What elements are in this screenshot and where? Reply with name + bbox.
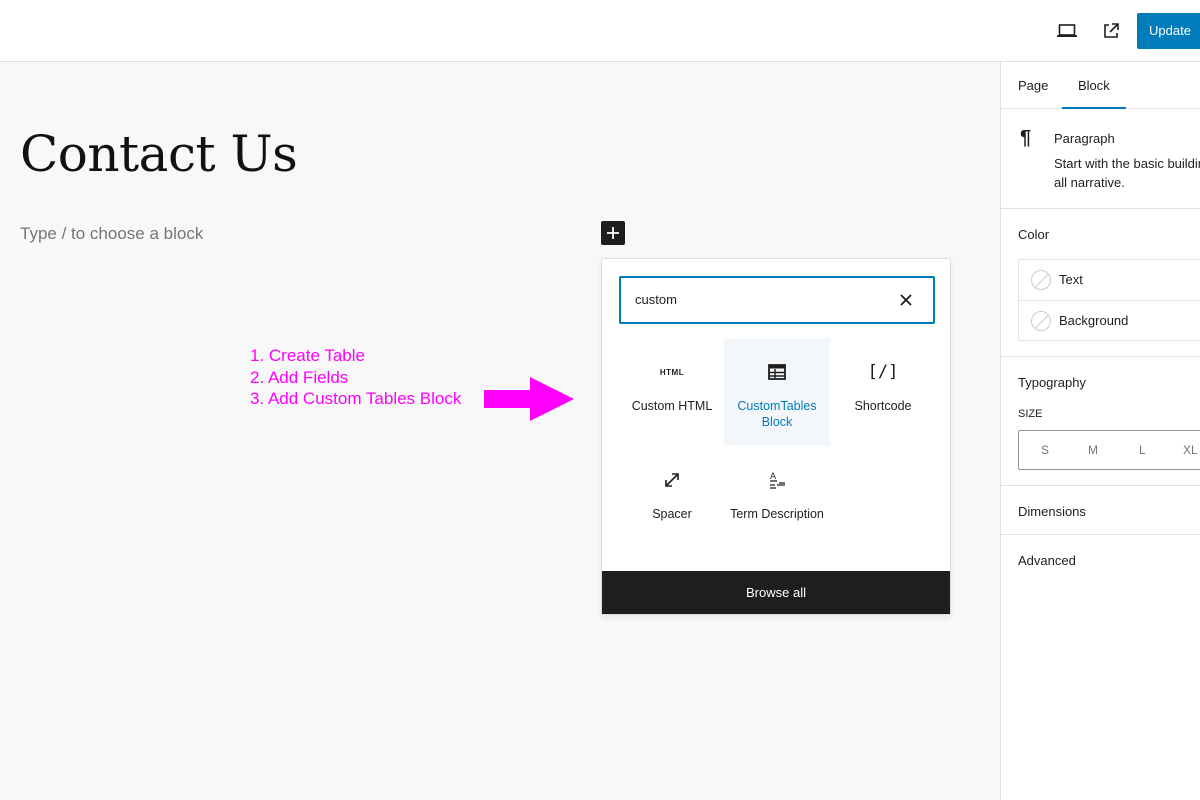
font-size-picker: S M L XL [1018, 430, 1200, 470]
sidebar-tabs: Page Block [1001, 62, 1200, 109]
add-block-button[interactable] [601, 221, 625, 245]
table-icon [768, 360, 786, 384]
laptop-icon[interactable] [1055, 19, 1079, 43]
annotation-step: 2. Add Fields [250, 367, 349, 387]
block-placeholder[interactable]: Type / to choose a block [20, 224, 203, 244]
color-settings: Text Background [1018, 259, 1200, 341]
block-item-label: CustomTables Block [737, 399, 817, 429]
block-item-label: Term Description [730, 507, 824, 521]
color-swatch-icon [1031, 270, 1051, 290]
block-item-customtables-block[interactable]: CustomTables Block [724, 338, 830, 446]
term-description-icon: A [767, 468, 787, 492]
block-card-description: Start with the basic building all narrat… [1054, 156, 1200, 190]
block-item-shortcode[interactable]: [/] Shortcode [830, 338, 936, 446]
block-item-custom-html[interactable]: HTML Custom HTML [619, 338, 725, 446]
block-inserter-popover: custom HTML Custom HTML CustomTables Blo… [601, 258, 951, 615]
divider [1001, 356, 1200, 357]
color-swatch-icon [1031, 311, 1051, 331]
divider [1001, 534, 1200, 535]
settings-sidebar: Page Block ¶ Paragraph Start with the ba… [1000, 62, 1200, 800]
block-item-term-description[interactable]: A Term Description [724, 446, 830, 554]
font-size-option[interactable]: XL [1183, 431, 1198, 469]
annotation-step: 1. Create Table [250, 346, 365, 365]
block-item-label: Custom HTML [631, 399, 713, 413]
font-size-option[interactable]: L [1139, 431, 1146, 469]
shortcode-icon: [/] [867, 362, 899, 382]
block-item-spacer[interactable]: Spacer [619, 446, 725, 554]
annotation-step: 3. Add Custom Tables Block [250, 389, 462, 408]
block-item-label: Shortcode [854, 399, 912, 413]
browse-all-button[interactable]: Browse all [602, 571, 950, 614]
page-title[interactable]: Contact Us [20, 125, 298, 183]
editor-canvas[interactable]: Contact Us Type / to choose a block 1. C… [0, 62, 1000, 800]
panel-advanced-title[interactable]: Advanced [1018, 553, 1076, 568]
html-icon: HTML [659, 367, 685, 377]
block-card: ¶ Paragraph Start with the basic buildin… [1001, 109, 1200, 209]
color-item-background[interactable]: Background [1019, 301, 1200, 341]
divider [1001, 485, 1200, 486]
paragraph-icon: ¶ [1020, 127, 1032, 149]
font-size-option[interactable]: M [1088, 431, 1098, 469]
plus-icon [607, 227, 619, 239]
resize-icon [663, 468, 681, 492]
search-value: custom [635, 292, 677, 307]
tab-page[interactable]: Page [1018, 62, 1048, 109]
block-item-label: Spacer [652, 507, 692, 521]
size-label: SIZE [1018, 408, 1043, 420]
svg-text:A: A [770, 471, 776, 481]
external-link-icon[interactable] [1099, 19, 1123, 43]
panel-dimensions-title[interactable]: Dimensions [1018, 504, 1086, 519]
font-size-option[interactable]: S [1041, 431, 1049, 469]
color-item-text[interactable]: Text [1019, 260, 1200, 300]
annotation-arrow-icon [484, 377, 574, 421]
annotation-steps: 1. Create Table 2. Add Fields 3. Add Cus… [250, 345, 461, 410]
update-button[interactable]: Update [1137, 13, 1200, 49]
tab-block[interactable]: Block [1062, 62, 1126, 109]
block-card-title: Paragraph [1054, 131, 1115, 146]
block-search-input[interactable]: custom [619, 276, 935, 324]
panel-color-title[interactable]: Color [1018, 227, 1049, 242]
editor-header: Update [0, 0, 1200, 62]
panel-typography-title[interactable]: Typography [1018, 375, 1086, 390]
close-icon[interactable] [897, 291, 915, 309]
